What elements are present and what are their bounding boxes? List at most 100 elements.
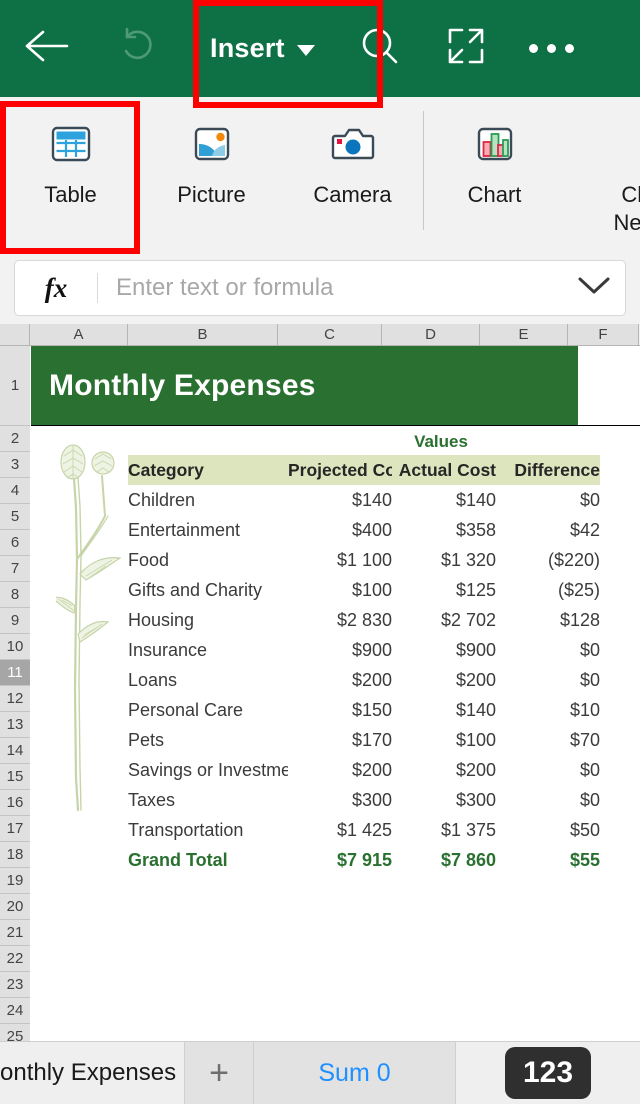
table-cell[interactable]: $400	[288, 515, 392, 545]
table-cell[interactable]: $7 915	[288, 845, 392, 875]
row-header-7[interactable]: 7	[0, 556, 30, 582]
spreadsheet-grid[interactable]: 1234567891011121314151617181920212223242…	[0, 346, 640, 1041]
table-cell[interactable]: Transportation	[128, 815, 288, 845]
table-row[interactable]: Taxes$300$300$0	[128, 785, 600, 815]
table-cell[interactable]: $55	[496, 845, 600, 875]
search-button[interactable]	[337, 0, 423, 97]
table-row[interactable]: Children$140$140$0	[128, 485, 600, 515]
ribbon-item-camera[interactable]: Camera	[282, 97, 423, 252]
table-cell[interactable]: Housing	[128, 605, 288, 635]
table-cell[interactable]: $140	[392, 695, 496, 725]
sum-status[interactable]: Sum 0	[254, 1042, 456, 1104]
table-cell[interactable]: $1 100	[288, 545, 392, 575]
row-header-15[interactable]: 15	[0, 764, 30, 790]
table-cell[interactable]: $50	[496, 815, 600, 845]
ribbon-item-chart[interactable]: Chart	[424, 97, 565, 252]
table-row[interactable]: Entertainment$400$358$42	[128, 515, 600, 545]
table-cell[interactable]: $150	[288, 695, 392, 725]
table-cell[interactable]: $0	[496, 635, 600, 665]
table-total-row[interactable]: Grand Total$7 915$7 860$55	[128, 845, 600, 875]
row-header-1[interactable]: 1	[0, 346, 30, 426]
row-header-3[interactable]: 3	[0, 452, 30, 478]
table-row[interactable]: Gifts and Charity$100$125($25)	[128, 575, 600, 605]
table-cell[interactable]: $140	[288, 485, 392, 515]
table-row[interactable]: Personal Care$150$140$10	[128, 695, 600, 725]
table-cell[interactable]: Loans	[128, 665, 288, 695]
table-row[interactable]: Food$1 100$1 320($220)	[128, 545, 600, 575]
table-cell[interactable]: $1 320	[392, 545, 496, 575]
row-header-14[interactable]: 14	[0, 738, 30, 764]
row-header-20[interactable]: 20	[0, 894, 30, 920]
table-cell[interactable]: Personal Care	[128, 695, 288, 725]
row-header-2[interactable]: 2	[0, 426, 30, 452]
table-cell[interactable]: $100	[288, 575, 392, 605]
table-cell[interactable]: $140	[392, 485, 496, 515]
ribbon-item-chart-new[interactable]: Ch New	[565, 97, 640, 252]
table-cell[interactable]: $42	[496, 515, 600, 545]
table-row[interactable]: Housing$2 830$2 702$128	[128, 605, 600, 635]
row-header-5[interactable]: 5	[0, 504, 30, 530]
row-header-10[interactable]: 10	[0, 634, 30, 660]
table-cell[interactable]: ($25)	[496, 575, 600, 605]
table-cell[interactable]: $300	[392, 785, 496, 815]
row-header-18[interactable]: 18	[0, 842, 30, 868]
expand-button[interactable]	[423, 0, 509, 97]
table-cell[interactable]: $7 860	[392, 845, 496, 875]
table-cell[interactable]: $358	[392, 515, 496, 545]
table-cell[interactable]: $300	[288, 785, 392, 815]
table-cell[interactable]: Savings or Investments	[128, 755, 288, 785]
table-cell[interactable]: $128	[496, 605, 600, 635]
table-cell[interactable]: $125	[392, 575, 496, 605]
table-cell[interactable]: Taxes	[128, 785, 288, 815]
table-cell[interactable]: $1 425	[288, 815, 392, 845]
row-header-13[interactable]: 13	[0, 712, 30, 738]
row-header-25[interactable]: 25	[0, 1024, 30, 1041]
table-cell[interactable]: $0	[496, 665, 600, 695]
add-sheet-button[interactable]: +	[184, 1042, 254, 1104]
undo-button[interactable]	[92, 0, 184, 97]
row-header-9[interactable]: 9	[0, 608, 30, 634]
table-cell[interactable]: $200	[288, 665, 392, 695]
more-options-button[interactable]	[509, 0, 595, 97]
table-cell[interactable]: Grand Total	[128, 845, 288, 875]
sheet-tab[interactable]: onthly Expenses	[0, 1042, 184, 1104]
row-header-8[interactable]: 8	[0, 582, 30, 608]
column-header-A[interactable]: A	[30, 324, 128, 345]
table-cell[interactable]: $2 830	[288, 605, 392, 635]
table-row[interactable]: Loans$200$200$0	[128, 665, 600, 695]
table-row[interactable]: Savings or Investments$200$200$0	[128, 755, 600, 785]
column-header-C[interactable]: C	[278, 324, 382, 345]
table-cell[interactable]: $170	[288, 725, 392, 755]
table-cell[interactable]: $70	[496, 725, 600, 755]
formula-input[interactable]	[98, 274, 563, 302]
table-row[interactable]: Transportation$1 425$1 375$50	[128, 815, 600, 845]
table-cell[interactable]: $200	[392, 665, 496, 695]
table-cell[interactable]: ($220)	[496, 545, 600, 575]
table-cell[interactable]: Gifts and Charity	[128, 575, 288, 605]
table-cell[interactable]: Pets	[128, 725, 288, 755]
ribbon-item-table[interactable]: Table	[0, 97, 141, 252]
table-cell[interactable]: $0	[496, 485, 600, 515]
row-header-19[interactable]: 19	[0, 868, 30, 894]
table-cell[interactable]: $200	[288, 755, 392, 785]
row-header-16[interactable]: 16	[0, 790, 30, 816]
column-header-B[interactable]: B	[128, 324, 278, 345]
table-cell[interactable]: Entertainment	[128, 515, 288, 545]
column-header-F[interactable]: F	[568, 324, 639, 345]
table-cell[interactable]: $100	[392, 725, 496, 755]
select-all-corner[interactable]	[0, 324, 30, 345]
table-cell[interactable]: Insurance	[128, 635, 288, 665]
table-cell[interactable]: $1 375	[392, 815, 496, 845]
row-header-24[interactable]: 24	[0, 998, 30, 1024]
column-header-E[interactable]: E	[480, 324, 568, 345]
table-cell[interactable]: $10	[496, 695, 600, 725]
row-header-21[interactable]: 21	[0, 920, 30, 946]
row-header-17[interactable]: 17	[0, 816, 30, 842]
table-cell[interactable]: $0	[496, 785, 600, 815]
row-header-6[interactable]: 6	[0, 530, 30, 556]
row-header-12[interactable]: 12	[0, 686, 30, 712]
numpad-toggle-button[interactable]: 123	[456, 1042, 640, 1104]
table-cell[interactable]: Food	[128, 545, 288, 575]
row-header-4[interactable]: 4	[0, 478, 30, 504]
sheet-title-banner[interactable]: Monthly Expenses	[31, 346, 578, 426]
